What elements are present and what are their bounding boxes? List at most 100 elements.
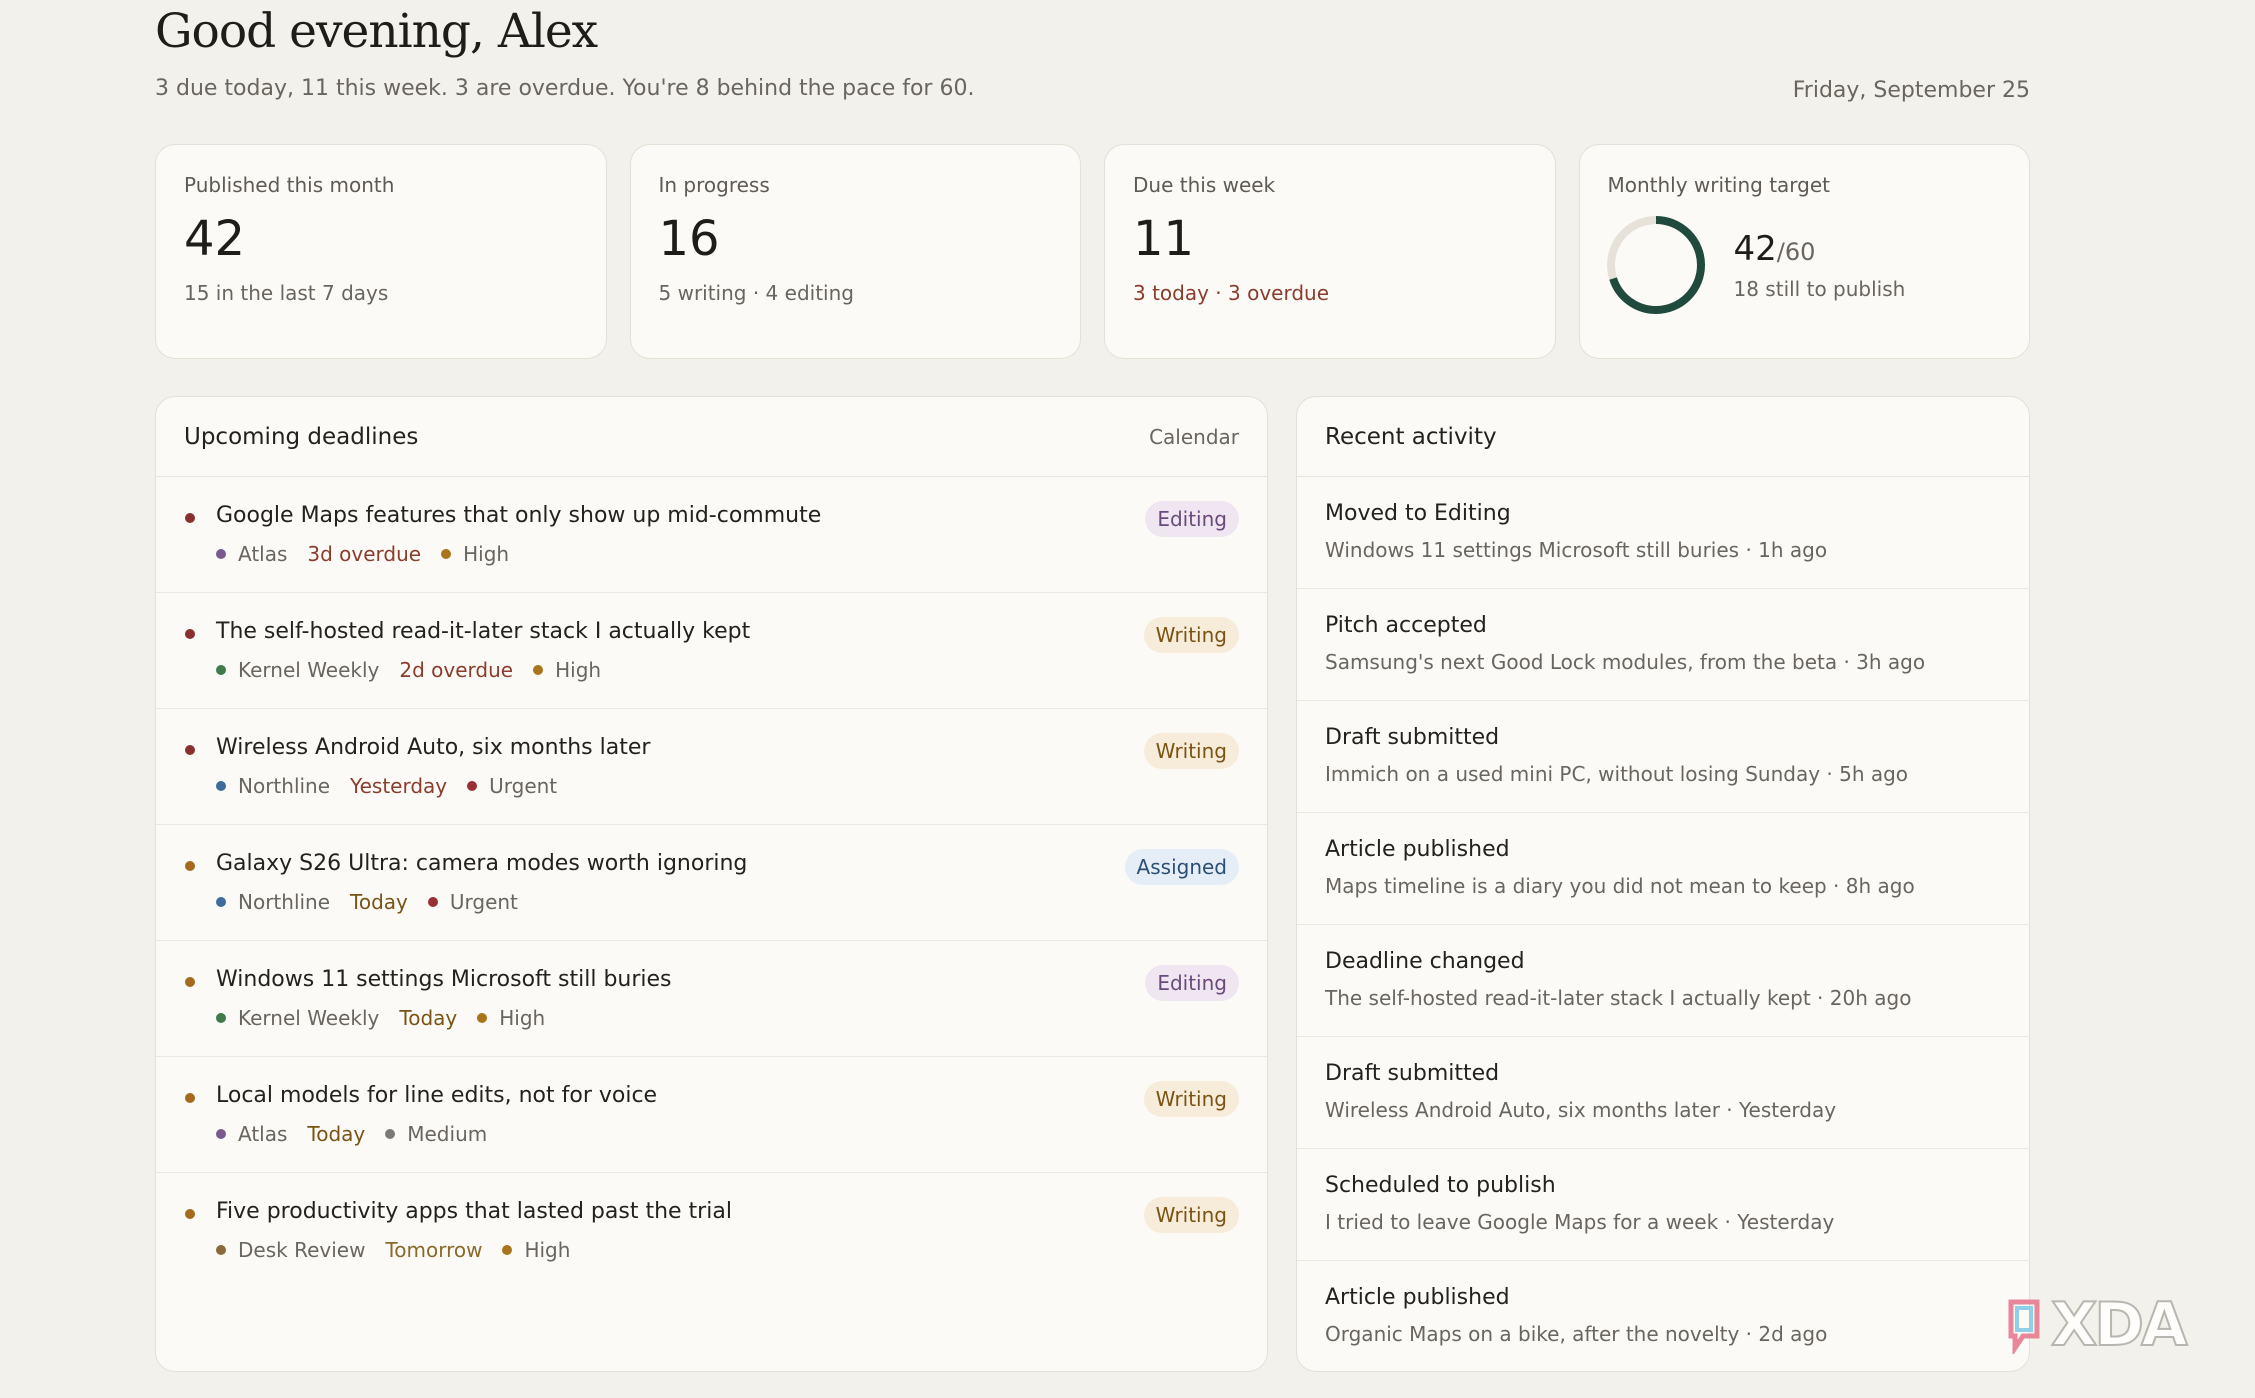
deadline-row[interactable]: Windows 11 settings Microsoft still buri… [156,941,1267,1057]
due-label: Yesterday [350,774,448,798]
deadline-row[interactable]: Local models for line edits, not for voi… [156,1057,1267,1173]
priority: High [477,1006,545,1030]
stat-card-due-week[interactable]: Due this week 11 3 today · 3 overdue [1104,144,1556,359]
publication: Kernel Weekly [216,658,379,682]
due-label: Today [399,1006,458,1030]
due-label: 3d overdue [307,542,422,566]
stat-card-published[interactable]: Published this month 42 15 in the last 7… [155,144,607,359]
urgency-dot [185,513,195,523]
stat-label: Due this week [1133,173,1276,197]
stats-row: Published this month 42 15 in the last 7… [155,144,2030,359]
status-badge: Writing [1143,617,1239,653]
deadline-title: Wireless Android Auto, six months later [216,735,651,760]
deadline-meta: Northline Yesterday Urgent [216,774,1239,798]
stat-value: 16 [658,211,720,267]
urgency-dot [185,861,195,871]
status-badge: Editing [1145,501,1239,537]
activity-detail: Immich on a used mini PC, without losing… [1325,762,1909,786]
activity-row[interactable]: Draft submitted Wireless Android Auto, si… [1297,1037,2029,1149]
stat-label: Monthly writing target [1607,173,1831,197]
due-label: Today [350,890,408,914]
activity-row[interactable]: Scheduled to publish I tried to leave Goo… [1297,1149,2029,1261]
activity-row[interactable]: Moved to Editing Windows 11 settings Micr… [1297,477,2029,589]
urgency-dot [185,1093,195,1103]
deadline-row[interactable]: Five productivity apps that lasted past … [156,1173,1267,1289]
publication-dot [216,1245,226,1255]
urgency-dot [185,745,195,755]
priority-dot [477,1013,488,1023]
activity-detail: Samsung's next Good Lock modules, from t… [1325,650,1926,674]
priority-dot [385,1129,396,1139]
stat-sub: 15 in the last 7 days [184,281,389,305]
summary-text: 3 due today, 11 this week. 3 are overdue… [155,76,975,101]
deadline-row[interactable]: Google Maps features that only show up m… [156,477,1267,593]
priority: High [533,658,601,682]
deadline-title: Google Maps features that only show up m… [216,503,822,528]
deadline-title: Galaxy S26 Ultra: camera modes worth ign… [216,851,748,876]
activity-title: Draft submitted [1325,725,1500,750]
deadline-row[interactable]: The self-hosted read-it-later stack I ac… [156,593,1267,709]
activity-detail: Maps timeline is a diary you did not mea… [1325,874,1915,898]
publication: Kernel Weekly [216,1006,379,1030]
progress-ring [1606,216,1705,314]
priority: Urgent [427,890,518,914]
priority: High [441,542,509,566]
activity-row[interactable]: Article published Organic Maps on a bike,… [1297,1261,2029,1371]
deadline-title: The self-hosted read-it-later stack I ac… [216,619,751,644]
stat-label: In progress [658,173,770,197]
panel-title: Upcoming deadlines [184,423,419,450]
deadline-title: Local models for line edits, not for voi… [216,1083,658,1108]
publication-dot [216,781,226,791]
calendar-link[interactable]: Calendar [1149,425,1239,449]
recent-activity-panel: Recent activity Moved to Editing Windows … [1296,396,2030,1372]
priority-dot [441,549,452,559]
deadline-meta: Desk Review Tomorrow High [216,1238,1239,1262]
publication-dot [216,1013,226,1023]
stat-value: 11 [1133,211,1195,267]
stat-card-target[interactable]: Monthly writing target 42/60 18 still to… [1578,144,2030,359]
priority: High [502,1238,570,1262]
priority-dot [533,665,544,675]
panel-title: Recent activity [1325,423,1497,450]
upcoming-deadlines-panel: Upcoming deadlines Calendar Google Maps … [155,396,1268,1372]
due-label: Today [307,1122,366,1146]
publication-dot [216,665,226,675]
activity-row[interactable]: Deadline changed The self-hosted read-it-… [1297,925,2029,1037]
watermark-text: XDA [2050,1289,2188,1361]
page-title: Good evening, Alex [155,4,598,59]
deadline-title: Windows 11 settings Microsoft still buri… [216,967,672,992]
priority: Urgent [467,774,557,798]
deadline-row[interactable]: Wireless Android Auto, six months later N… [156,709,1267,825]
target-sub: 18 still to publish [1733,277,1906,301]
publication: Desk Review [216,1238,365,1262]
priority: Medium [385,1122,487,1146]
activity-title: Moved to Editing [1325,501,1511,526]
publication: Atlas [216,542,287,566]
current-date: Friday, September 25 [1792,78,2030,103]
publication: Northline [216,890,330,914]
activity-detail: Wireless Android Auto, six months later … [1325,1098,1837,1122]
priority-dot [502,1245,513,1255]
deadline-meta: Kernel Weekly 2d overdue High [216,658,1239,682]
activity-title: Pitch accepted [1325,613,1487,638]
xda-watermark: XDA [2005,1289,2188,1361]
urgency-dot [185,977,195,987]
stat-sub: 5 writing · 4 editing [658,281,854,305]
status-badge: Writing [1143,1081,1239,1117]
publication-dot [216,897,226,907]
deadline-row[interactable]: Galaxy S26 Ultra: camera modes worth ign… [156,825,1267,941]
activity-row[interactable]: Draft submitted Immich on a used mini PC,… [1297,701,2029,813]
urgency-dot [185,629,195,639]
stat-label: Published this month [184,173,395,197]
deadline-list: Google Maps features that only show up m… [156,477,1267,1289]
stat-card-in-progress[interactable]: In progress 16 5 writing · 4 editing [629,144,1081,359]
stat-sub: 3 today · 3 overdue [1133,281,1330,305]
activity-row[interactable]: Pitch accepted Samsung's next Good Lock m… [1297,589,2029,701]
urgency-dot [185,1209,195,1219]
activity-detail: I tried to leave Google Maps for a week … [1325,1210,1835,1234]
deadline-meta: Atlas 3d overdue High [216,542,1239,566]
activity-detail: Windows 11 settings Microsoft still buri… [1325,538,1828,562]
activity-row[interactable]: Article published Maps timeline is a diar… [1297,813,2029,925]
activity-title: Article published [1325,1285,1510,1310]
priority-dot [467,781,478,791]
